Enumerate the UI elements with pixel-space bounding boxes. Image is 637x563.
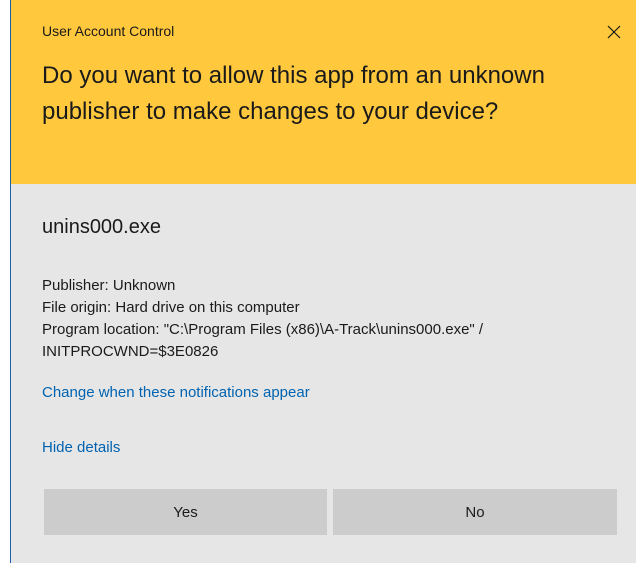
dialog-header: User Account Control Do you want to allo… — [11, 0, 636, 184]
window-title: User Account Control — [42, 23, 175, 39]
app-name: unins000.exe — [42, 216, 161, 238]
no-button[interactable]: No — [333, 489, 617, 535]
program-location-args: INITPROCWND=$3E0826 — [42, 343, 219, 360]
dialog-headline: Do you want to allow this app from an un… — [42, 62, 545, 125]
publisher-text: Publisher: Unknown — [42, 277, 176, 294]
app-details: Publisher: Unknown File origin: Hard dri… — [42, 275, 627, 363]
change-notifications-link[interactable]: Change when these notifications appear — [42, 384, 310, 401]
hide-details-link[interactable]: Hide details — [42, 439, 120, 456]
close-button[interactable] — [592, 12, 636, 52]
close-icon — [607, 25, 621, 39]
file-origin-text: File origin: Hard drive on this computer — [42, 299, 300, 316]
yes-button[interactable]: Yes — [44, 489, 327, 535]
uac-dialog: User Account Control Do you want to allo… — [10, 0, 636, 563]
program-location-text: Program location: "C:\Program Files (x86… — [42, 321, 484, 338]
